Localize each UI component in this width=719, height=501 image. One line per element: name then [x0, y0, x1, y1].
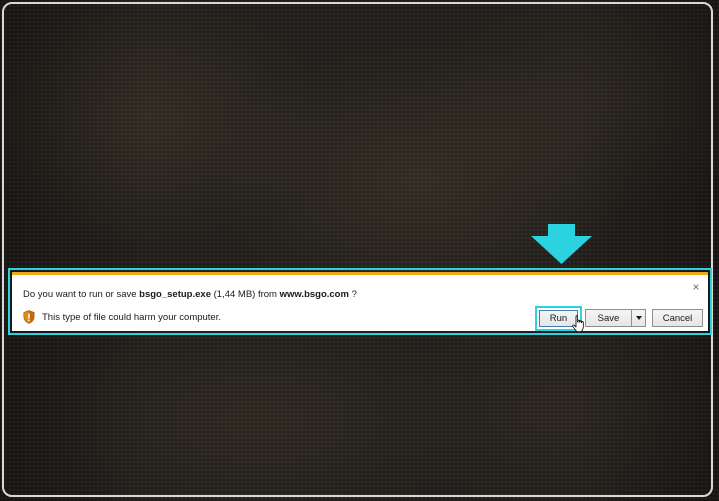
screenshot-frame	[2, 2, 713, 497]
source-domain: www.bsgo.com	[279, 289, 349, 300]
shield-warning-icon	[23, 310, 35, 324]
background-texture	[0, 0, 719, 501]
question-suffix: ?	[348, 289, 357, 300]
save-button[interactable]: Save	[585, 309, 632, 327]
download-notification-bar: × Do you want to run or save bsgo_setup.…	[12, 272, 708, 332]
cancel-button[interactable]: Cancel	[652, 309, 703, 327]
file-name: bsgo_setup.exe	[139, 289, 211, 300]
save-options-button[interactable]	[631, 309, 646, 327]
download-question: Do you want to run or save bsgo_setup.ex…	[23, 289, 357, 300]
close-icon[interactable]: ×	[690, 281, 702, 293]
hand-pointer-icon	[572, 315, 584, 332]
security-warning: This type of file could harm your comput…	[23, 310, 221, 324]
file-size: (1,44 MB) from	[210, 289, 280, 300]
warning-text: This type of file could harm your comput…	[42, 311, 221, 323]
chevron-down-icon	[635, 316, 642, 320]
background-vignette	[0, 0, 719, 501]
down-arrow-icon	[531, 224, 592, 264]
question-prefix: Do you want to run or save	[23, 289, 140, 300]
